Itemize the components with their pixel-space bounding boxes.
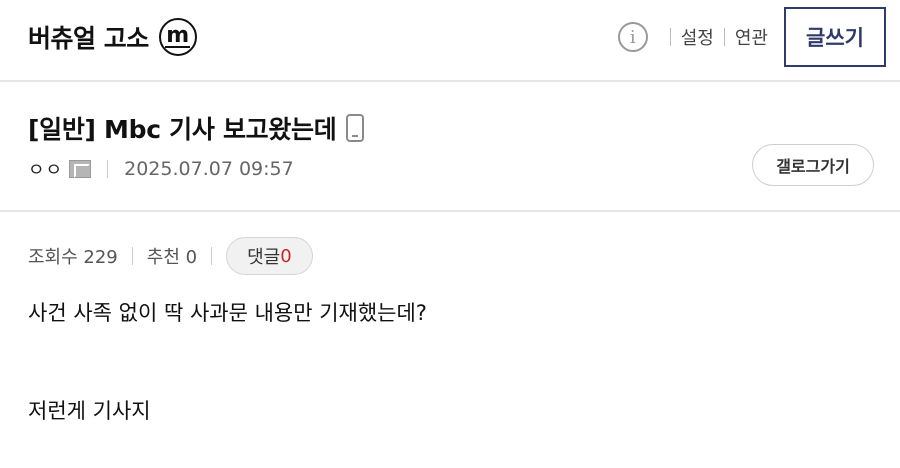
- divider: [131, 247, 133, 265]
- badge-letter: m: [165, 23, 191, 48]
- post-stats: 조회수 229 추천 0 댓글 0: [28, 236, 313, 276]
- body-line: 사건 사족 없이 딱 사과문 내용만 기재했는데?: [28, 301, 427, 325]
- minor-gallery-badge-icon: m: [158, 18, 197, 56]
- gallog-button[interactable]: 갤로그가기: [752, 144, 874, 186]
- post-body: 사건 사족 없이 딱 사과문 내용만 기재했는데? 저런게 기사지: [28, 298, 868, 426]
- view-count: 조회수 229: [28, 247, 118, 268]
- write-button[interactable]: 글쓰기: [784, 7, 886, 67]
- gallery-title[interactable]: 버츄얼 고소 m: [28, 18, 197, 56]
- body-line: 저런게 기사지: [28, 399, 151, 423]
- post-title: [일반] Mbc 기사 보고왔는데: [28, 115, 337, 144]
- comment-button[interactable]: 댓글 0: [226, 237, 313, 275]
- author-name[interactable]: ㅇㅇ: [28, 156, 63, 182]
- mobile-icon: [346, 114, 365, 142]
- post-meta: ㅇㅇ 2025.07.07 09:57: [28, 156, 294, 182]
- header-actions: i 설정 연관 글쓰기: [617, 7, 886, 67]
- member-icon: [69, 160, 92, 178]
- settings-link[interactable]: 설정: [681, 24, 714, 50]
- divider: [669, 28, 671, 46]
- gallery-name[interactable]: 버츄얼 고소: [28, 19, 149, 55]
- post-header: [일반] Mbc 기사 보고왔는데 ㅇㅇ 2025.07.07 09:57 갤로…: [0, 84, 900, 212]
- divider: [723, 28, 725, 46]
- recommend-count: 추천 0: [146, 247, 198, 268]
- body-blank-line: [28, 328, 868, 396]
- post-title-row: [일반] Mbc 기사 보고왔는데: [28, 110, 365, 146]
- comment-count: 0: [280, 245, 292, 267]
- post-datetime: 2025.07.07 09:57: [124, 158, 294, 180]
- related-link[interactable]: 연관: [735, 24, 768, 50]
- gallery-header: 버츄얼 고소 m i 설정 연관 글쓰기: [0, 0, 900, 82]
- divider: [211, 247, 213, 265]
- comment-label: 댓글: [247, 247, 281, 268]
- divider: [107, 160, 109, 178]
- info-icon[interactable]: i: [617, 22, 648, 52]
